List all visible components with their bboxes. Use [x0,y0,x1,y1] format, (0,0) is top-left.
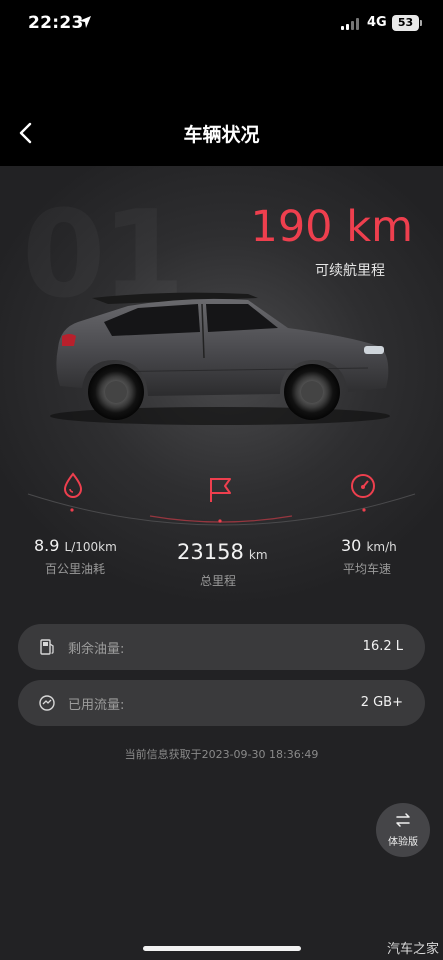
fuel-remaining-label: 剩余油量: [68,642,125,657]
car-image [50,292,390,425]
avg-speed-label: 平均车速 [343,562,392,576]
vehicle-status-panel: 01 190 km 可续航里程 [0,166,443,960]
data-used-value: 2 GB+ [360,695,403,710]
swap-arrows-icon [396,813,410,827]
total-mileage-label: 总里程 [200,574,237,588]
data-used-label: 已用流量: [68,698,125,713]
fuel-remaining-value: 16.2 L [362,639,403,654]
cellular-signal-icon [341,18,359,30]
avg-speed-value: 30 km/h [341,536,397,555]
flag-icon [210,478,231,502]
page-title: 车辆状况 [183,124,260,146]
fuel-drop-icon [63,472,83,498]
last-updated-text: 当前信息获取于2023-09-30 18:36:49 [124,748,319,761]
data-gauge-icon [39,695,55,711]
status-bar: 22:23 4G 53 [0,0,443,48]
range-value: 190 km [250,202,413,252]
total-mileage-value: 23158 km [177,540,268,564]
fuel-remaining-row: 剩余油量: 16.2 L [18,624,425,670]
fuel-consumption-value: 8.9 L/100km [34,536,117,555]
brand-watermark: 汽车之家 [386,942,439,957]
nav-bar: 车辆状况 [0,100,443,166]
battery-icon: 53 [392,15,422,31]
status-time: 22:23 [28,13,84,33]
data-used-row: 已用流量: 2 GB+ [18,680,425,726]
fuel-pump-icon [40,639,54,655]
experience-mode-label: 体验版 [388,837,418,848]
range-label: 可续航里程 [315,263,385,279]
location-arrow-icon [79,16,91,28]
experience-mode-button[interactable]: 体验版 [376,803,430,857]
speedometer-icon [351,474,375,498]
network-type: 4G [367,15,387,30]
home-indicator[interactable] [143,946,301,951]
fuel-consumption-label: 百公里油耗 [45,562,106,576]
